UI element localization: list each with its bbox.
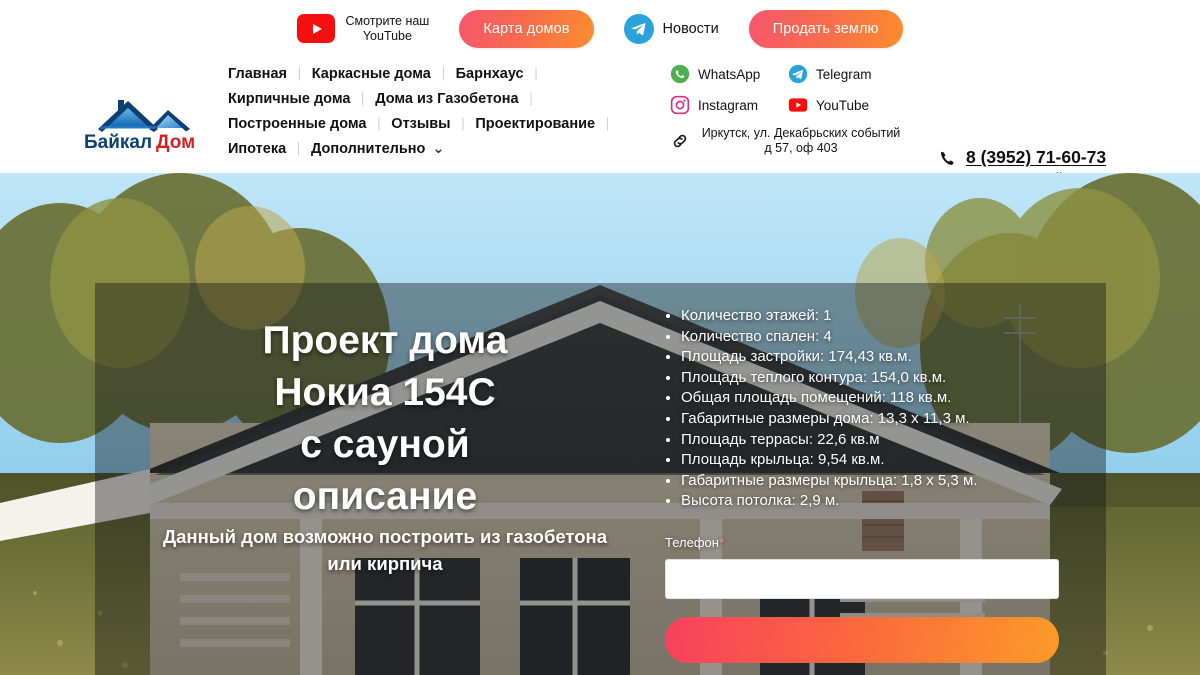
nav-item-doma-iz-gazobetona[interactable]: Дома из Газобетона — [375, 91, 518, 107]
nav-item-glavnaya[interactable]: Главная — [228, 66, 287, 82]
whatsapp-label: WhatsApp — [698, 66, 761, 82]
social-row-1: WhatsApp Telegram — [670, 64, 930, 84]
social-links-group: WhatsApp Telegram Instagram YouTube Ирку… — [670, 64, 930, 156]
page-root: Смотрите наш YouTube Карта домов Новости… — [0, 0, 1200, 675]
nav-item-barnhaus[interactable]: Барнхаус — [456, 66, 524, 82]
page-title: Проект дома Нокиа 154С с сауной описание — [262, 319, 508, 518]
submit-button[interactable] — [665, 617, 1059, 663]
phone-number-link[interactable]: 8 (3952) 71-60-73 — [966, 147, 1106, 168]
nav-item-otzyvy[interactable]: Отзывы — [391, 116, 450, 132]
nav-separator: ⏐ — [295, 66, 303, 81]
hero-overlay-panel: Проект дома Нокиа 154С с сауной описание… — [95, 283, 1106, 675]
nav-row-4: Ипотека ⏐ Дополнительно ⌄ — [228, 141, 648, 157]
telegram-news-label: Новости — [662, 20, 719, 37]
telegram-label: Telegram — [816, 66, 872, 82]
nav-row-1: Главная ⏐ Каркасные дома ⏐ Барнхаус ⏐ — [228, 66, 648, 82]
nav-separator: ⏐ — [459, 116, 467, 131]
telegram-icon — [788, 64, 808, 84]
required-mark: * — [718, 535, 724, 550]
nav-separator: ⏐ — [527, 91, 535, 106]
list-item: Площадь крыльца: 9,54 кв.м. — [681, 450, 1095, 471]
phone-field-label: Телефон* — [665, 535, 1065, 550]
site-header: Байкал Дом Главная ⏐ Каркасные дома ⏐ Ба… — [0, 57, 1200, 185]
main-navigation: Главная ⏐ Каркасные дома ⏐ Барнхаус ⏐ Ки… — [228, 66, 648, 157]
hero-subtitle: Данный дом возможно построить из газобет… — [162, 526, 608, 574]
list-item: Количество этажей: 1 — [681, 306, 1095, 327]
youtube-promo-label: Смотрите наш YouTube — [345, 14, 429, 44]
nav-item-proektirovanie[interactable]: Проектирование — [475, 116, 595, 132]
nav-item-karkasnye-doma[interactable]: Каркасные дома — [312, 66, 431, 82]
telegram-link[interactable]: Telegram — [788, 64, 872, 84]
nav-item-ipoteka[interactable]: Ипотека — [228, 141, 286, 157]
site-logo[interactable]: Байкал Дом — [78, 95, 210, 153]
nav-separator: ⏐ — [604, 116, 611, 131]
nav-item-dopolnitelno-label: Дополнительно — [310, 141, 426, 157]
nav-separator: ⏐ — [439, 66, 447, 81]
instagram-label: Instagram — [698, 97, 759, 113]
nav-separator: ⏐ — [532, 66, 540, 81]
office-address: Иркутск, ул. Декабрьских событий д 57, о… — [701, 126, 901, 155]
whatsapp-icon — [670, 64, 690, 84]
list-item: Количество спален: 4 — [681, 327, 1095, 348]
youtube-label: YouTube — [816, 97, 870, 113]
nav-separator: ⏐ — [359, 91, 367, 106]
nav-item-kirpichnye-doma[interactable]: Кирпичные дома — [228, 91, 350, 107]
nav-separator: ⏐ — [375, 116, 383, 131]
nav-separator: ⏐ — [295, 141, 302, 156]
phone-icon — [940, 151, 954, 165]
list-item: Площадь теплого контура: 154,0 кв.м. — [681, 368, 1095, 389]
social-row-2: Instagram YouTube — [670, 95, 930, 115]
address-block: Иркутск, ул. Декабрьских событий д 57, о… — [670, 126, 930, 156]
list-item: Площадь террасы: 22,6 кв.м — [681, 430, 1095, 451]
list-item: Габаритные размеры дома: 13,3 х 11,3 м. — [681, 409, 1095, 430]
link-icon — [673, 134, 687, 148]
youtube-icon — [297, 14, 336, 43]
youtube-promo-link[interactable]: Смотрите наш YouTube — [297, 14, 429, 44]
whatsapp-link[interactable]: WhatsApp — [670, 64, 788, 84]
youtube-promo-line2: YouTube — [362, 28, 412, 43]
youtube-promo-line1: Смотрите наш — [345, 13, 430, 28]
list-item: Высота потолка: 2,9 м. — [681, 491, 1095, 512]
nav-item-postroennye-doma[interactable]: Построенные дома — [228, 116, 367, 132]
list-item: Габаритные размеры крыльца: 1,8 х 5,3 м. — [681, 471, 1095, 492]
youtube-link[interactable]: YouTube — [788, 95, 869, 115]
nav-row-2: Кирпичные дома ⏐ Дома из Газобетона ⏐ — [228, 91, 648, 107]
telegram-icon — [623, 13, 654, 44]
instagram-icon — [670, 95, 690, 115]
callback-form: Телефон* — [665, 535, 1065, 663]
telegram-news-link[interactable]: Новости — [623, 13, 719, 44]
chevron-down-icon: ⌄ — [432, 141, 445, 157]
phone-input[interactable] — [665, 559, 1059, 599]
nav-item-dopolnitelno[interactable]: Дополнительно ⌄ — [311, 141, 445, 157]
list-item: Площадь застройки: 174,43 кв.м. — [681, 347, 1095, 368]
svg-text:Дом: Дом — [156, 132, 195, 153]
instagram-link[interactable]: Instagram — [670, 95, 788, 115]
sell-land-button[interactable]: Продать землю — [748, 9, 903, 48]
svg-text:Байкал: Байкал — [84, 132, 152, 153]
phone-field-label-text: Телефон — [665, 535, 719, 550]
house-specs-list: Количество этажей: 1 Количество спален: … — [665, 306, 1095, 512]
map-of-houses-button[interactable]: Карта домов — [459, 9, 594, 48]
youtube-icon — [788, 98, 808, 112]
list-item: Общая площадь помещений: 118 кв.м. — [681, 388, 1095, 409]
top-promo-bar: Смотрите наш YouTube Карта домов Новости… — [0, 0, 1200, 57]
hero-section: Проект дома Нокиа 154С с сауной описание… — [0, 173, 1200, 675]
nav-row-3: Построенные дома ⏐ Отзывы ⏐ Проектирован… — [228, 116, 648, 132]
